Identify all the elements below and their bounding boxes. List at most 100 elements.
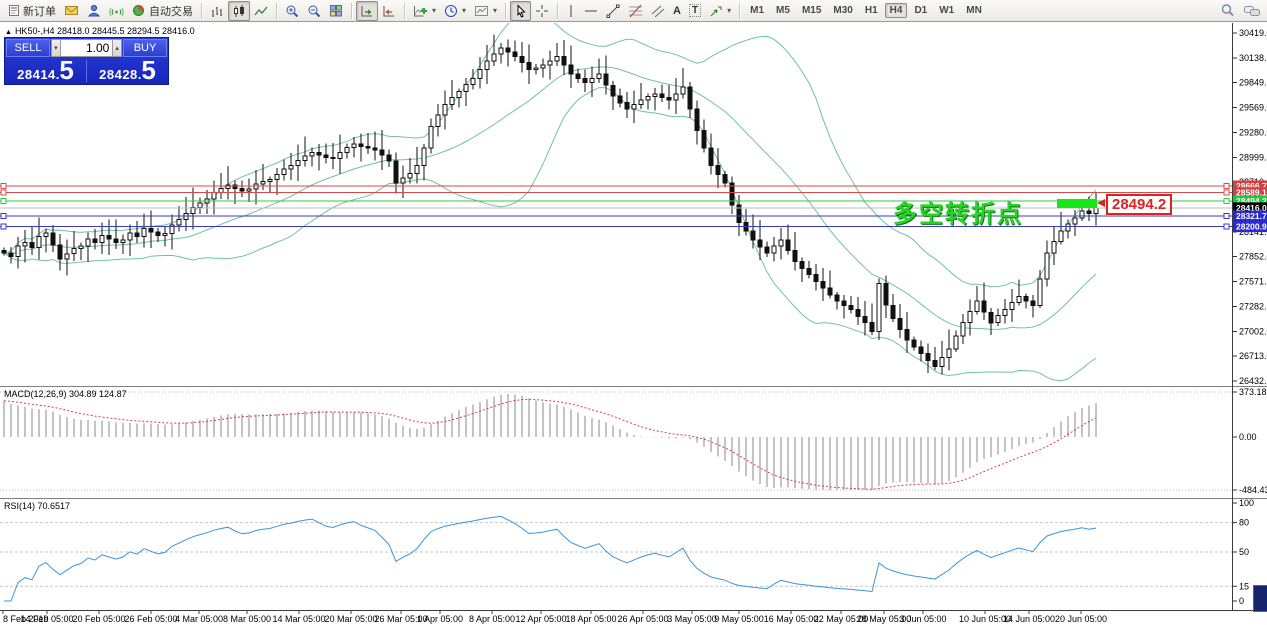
sell-price[interactable]: 28414.5 [5, 58, 86, 84]
candle [597, 74, 601, 78]
signals-button[interactable] [105, 1, 128, 21]
timeframe-button-M1[interactable]: M1 [745, 3, 769, 18]
candle [933, 360, 937, 366]
candle [1094, 208, 1098, 214]
periods-button[interactable]: ▾ [440, 1, 470, 21]
arrows-button[interactable]: ▾ [705, 1, 735, 21]
candle [107, 235, 111, 239]
date-axis-label: 14 Jun 05:00 [1003, 614, 1055, 624]
candle [562, 57, 566, 66]
turning-point-rectangle[interactable] [1057, 199, 1097, 208]
candle [842, 301, 846, 305]
chart-template-icon [474, 4, 489, 18]
macd-label: MACD(12,26,9) 304.89 124.87 [4, 389, 127, 399]
new-order-button[interactable]: 新订单 [4, 1, 60, 21]
chat-button[interactable] [1239, 1, 1265, 21]
vertical-line-button[interactable] [562, 1, 580, 21]
timeframe-button-M5[interactable]: M5 [771, 3, 795, 18]
timeframe-button-W1[interactable]: W1 [934, 3, 959, 18]
templates-button[interactable]: ▾ [470, 1, 501, 21]
candle [331, 158, 335, 159]
candle [233, 185, 237, 189]
rsi-panel[interactable]: 1008050150 [0, 498, 1267, 610]
timeframe-button-MN[interactable]: MN [961, 3, 987, 18]
candlestick-chart-button[interactable] [228, 1, 250, 21]
date-axis-label: 14 Feb 05:00 [20, 614, 73, 624]
text-label-button[interactable]: T [685, 1, 705, 21]
macd-axis-label: -484.43 [1239, 485, 1267, 495]
timeframe-button-D1[interactable]: D1 [909, 3, 932, 18]
indicators-button[interactable]: ▾ [409, 1, 440, 21]
buy-price[interactable]: 28428.5 [87, 58, 168, 84]
candle [2, 250, 6, 253]
price-tag: 28200.9 [1233, 221, 1267, 232]
arrows-caret: ▾ [727, 6, 731, 15]
indicators-caret: ▾ [432, 6, 436, 15]
time-axis[interactable]: 8 Feb 201914 Feb 05:0020 Feb 05:0026 Feb… [0, 610, 1267, 625]
candle [898, 318, 902, 329]
date-axis-label: 9 May 05:00 [714, 614, 764, 624]
auto-trading-button[interactable]: 自动交易 [128, 1, 197, 21]
candle [919, 347, 923, 353]
candle [982, 301, 986, 312]
trendline-button[interactable] [602, 1, 624, 21]
search-button[interactable] [1216, 1, 1239, 21]
zoom-out-button[interactable] [303, 1, 325, 21]
candle [541, 65, 545, 68]
candle [786, 240, 790, 251]
price-callout-arrow [1097, 199, 1105, 207]
rsi-axis-label: 50 [1239, 547, 1249, 557]
candle [303, 156, 307, 160]
timeframe-button-M30[interactable]: M30 [828, 3, 857, 18]
svg-text:28321.7: 28321.7 [1236, 211, 1267, 221]
line-chart-button[interactable] [250, 1, 272, 21]
candle [1038, 279, 1042, 305]
zoom-in-button[interactable] [281, 1, 303, 21]
price-callout[interactable]: 28494.2 [1106, 194, 1172, 215]
channel-button[interactable] [647, 1, 669, 21]
chart-shift-button[interactable] [378, 1, 400, 21]
bar-chart-button[interactable] [206, 1, 228, 21]
cursor-button[interactable] [510, 1, 531, 21]
tile-windows-button[interactable] [325, 1, 347, 21]
candle [926, 353, 930, 360]
candle [471, 78, 475, 84]
line-chart-icon [254, 4, 268, 18]
svg-text:28200.9: 28200.9 [1236, 222, 1267, 232]
candle [1024, 297, 1028, 301]
volume-up-button[interactable]: ▴ [112, 39, 122, 57]
candle [912, 340, 916, 347]
text-tool-button[interactable]: A [669, 1, 685, 21]
timeframe-button-H1[interactable]: H1 [860, 3, 883, 18]
fibonacci-button[interactable] [624, 1, 647, 21]
text-tool-label: A [673, 5, 681, 17]
price-axis-label: 30419.0 [1239, 28, 1267, 38]
timeframe-button-M15[interactable]: M15 [797, 3, 826, 18]
candle [1080, 211, 1084, 218]
turning-point-annotation[interactable]: 多空转折点 [893, 194, 1023, 229]
candle [996, 316, 1000, 323]
auto-scroll-button[interactable] [356, 1, 378, 21]
candle [121, 240, 125, 243]
minimized-window[interactable] [1253, 585, 1267, 612]
sell-button[interactable]: SELL [6, 39, 50, 57]
macd-panel[interactable]: 373.180.00-484.43 [0, 386, 1267, 498]
envelope-button[interactable] [60, 1, 83, 21]
candlestick-icon [232, 4, 246, 18]
candle [394, 161, 398, 183]
crosshair-button[interactable] [531, 1, 553, 21]
candle [380, 150, 384, 155]
candle [429, 126, 433, 148]
timeframe-button-H4[interactable]: H4 [885, 3, 908, 18]
horizontal-line-button[interactable] [580, 1, 602, 21]
date-axis-label: 20 Mar 05:00 [324, 614, 377, 624]
candle [660, 94, 664, 98]
price-axis-label: 27852.0 [1239, 252, 1267, 262]
candle [527, 63, 531, 70]
text-label-glyph: T [689, 4, 701, 17]
candle [520, 57, 524, 63]
candle [548, 61, 552, 65]
candle [702, 131, 706, 149]
candle [646, 97, 650, 101]
profile-button[interactable] [83, 1, 105, 21]
